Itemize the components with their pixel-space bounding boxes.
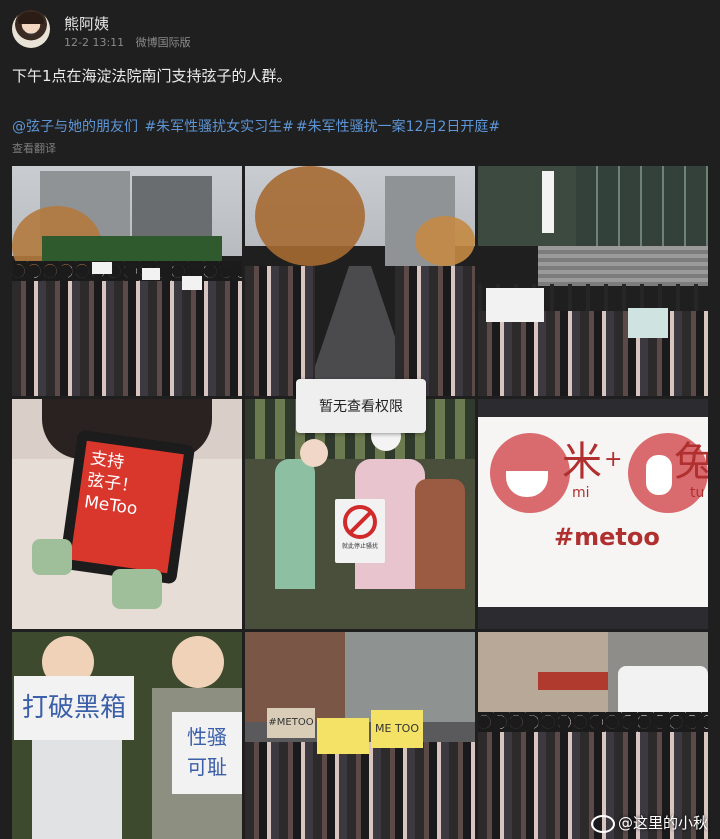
sign-metoo: #metoo [554, 523, 660, 551]
username[interactable]: 熊阿姨 [64, 13, 109, 34]
post-header: 熊阿姨 12-2 13:11 微博国际版 [12, 10, 708, 50]
mention-link[interactable]: @弦子与她的朋友们 [12, 119, 138, 135]
photo-thumbnail[interactable] [478, 166, 708, 396]
hashtag-link[interactable]: #朱军性骚扰一案12月2日开庭# [296, 119, 500, 135]
post-time: 12-2 13:11 [64, 36, 125, 49]
watermark: @这里的小秋 [590, 812, 708, 833]
photo-thumbnail[interactable]: 支持 弦子！ MeToo [12, 399, 242, 629]
photo-thumbnail[interactable]: 就此停止骚扰 [245, 399, 475, 629]
translate-button[interactable]: 查看翻译 [12, 140, 56, 156]
sign-char-mi: 米 [562, 439, 602, 485]
tablet-sign-text: 支持 弦子！ MeToo [70, 440, 184, 574]
weibo-icon [590, 814, 615, 833]
stop-harassment-sign: 就此停止骚扰 [335, 499, 385, 563]
photo-thumbnail[interactable] [478, 632, 708, 839]
sign-mi: mi [572, 485, 590, 501]
post-tags: @弦子与她的朋友们 #朱军性骚扰女实习生# #朱军性骚扰一案12月2日开庭# [12, 116, 502, 136]
post-source: 微博国际版 [135, 36, 191, 49]
metoo-cap-sign: #METOO [267, 708, 315, 738]
sign-plus: + [604, 447, 623, 472]
photo-thumbnail[interactable]: 米 mi + 兔 tu #metoo [478, 399, 708, 629]
photo-thumbnail[interactable] [245, 166, 475, 396]
photo-thumbnail[interactable] [12, 166, 242, 396]
permission-toast: 暂无查看权限 [296, 379, 426, 433]
sign-tu: tu [690, 485, 705, 501]
photo-thumbnail[interactable]: #METOO ME TOO [245, 632, 475, 839]
hashtag-link[interactable]: #朱军性骚扰女实习生# [144, 119, 293, 135]
post-meta: 12-2 13:11 微博国际版 [64, 34, 191, 50]
avatar[interactable] [12, 10, 50, 48]
metoo-yellow-sign: ME TOO [371, 710, 423, 748]
sign-char-tu: 兔 [674, 439, 708, 485]
break-blackbox-sign: 打破黑箱 [14, 676, 134, 740]
tablet-sign: 支持 弦子！ MeToo [58, 429, 196, 585]
harassment-shameful-sign: 性骚 可耻 [172, 712, 242, 794]
photo-thumbnail[interactable]: 打破黑箱 性骚 可耻 [12, 632, 242, 839]
image-grid: 支持 弦子！ MeToo 就此停止骚扰 米 mi + 兔 tu #metoo 打… [12, 166, 708, 839]
post-text: 下午1点在海淀法院南门支持弦子的人群。 [12, 67, 292, 85]
